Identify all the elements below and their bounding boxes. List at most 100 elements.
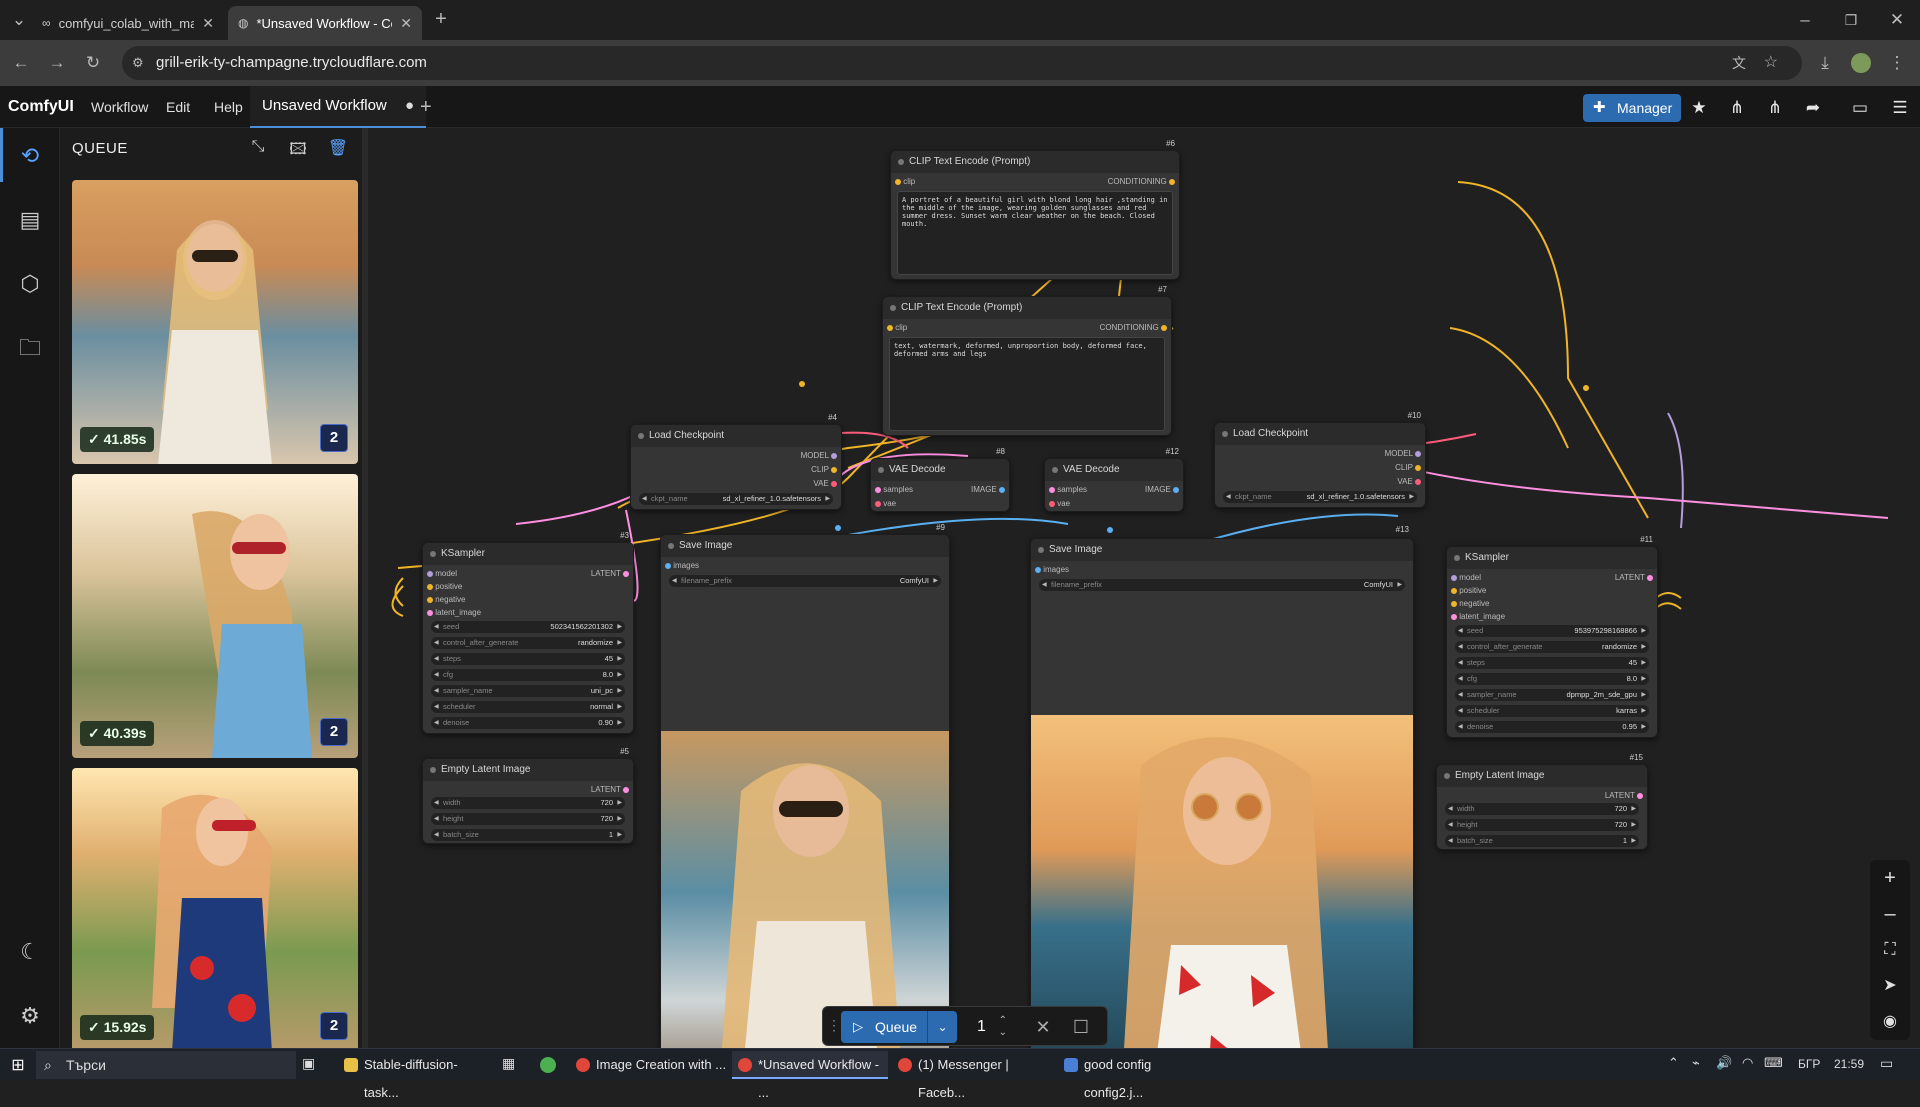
node-load-checkpoint[interactable]: Load Checkpoint #10 MODEL CLIP VAE ckpt_… <box>1214 411 1426 508</box>
fit-view-icon[interactable]: ⛶ <box>1876 936 1904 964</box>
output-clip[interactable]: CLIP <box>1395 463 1421 472</box>
minimize-window-icon[interactable]: – <box>1792 7 1818 33</box>
input-model[interactable]: model <box>1451 573 1481 582</box>
steps-widget[interactable]: steps 45 <box>431 653 625 665</box>
image-gallery-icon[interactable]: 🖾 <box>286 138 310 162</box>
url-field[interactable]: ⚙ grill-erik-ty-champagne.trycloudflare.… <box>122 46 1802 80</box>
model-manager-icon[interactable]: ⋔ <box>1723 94 1751 122</box>
tab-list-chevron-icon[interactable]: ⌄ <box>6 7 32 33</box>
input-negative[interactable]: negative <box>1451 599 1489 608</box>
output-image[interactable]: IMAGE <box>1145 485 1179 494</box>
restore-window-icon[interactable]: ❐ <box>1838 7 1864 33</box>
node-empty-latent-image[interactable]: Empty Latent Image #5 LATENT width 720 he… <box>422 747 634 844</box>
denoise-widget[interactable]: denoise 0.90 <box>431 717 625 729</box>
cfg-widget[interactable]: cfg 8.0 <box>1455 673 1649 685</box>
seed-widget[interactable]: seed 502341562201302 <box>431 621 625 633</box>
output-model[interactable]: MODEL <box>801 451 837 460</box>
profile-avatar[interactable] <box>1848 50 1874 76</box>
input-positive[interactable]: positive <box>427 582 462 591</box>
back-icon[interactable]: ← <box>8 50 34 76</box>
stepper-down-icon[interactable]: ⌄ <box>999 1017 1007 1049</box>
taskbar-app-chrome-image-creation[interactable]: Image Creation with ... <box>570 1051 728 1079</box>
node-vae-decode[interactable]: VAE Decode #8 samples vae IMAGE <box>870 447 1010 512</box>
height-widget[interactable]: height 720 <box>1445 819 1639 831</box>
graph-canvas[interactable]: CLIP Text Encode (Prompt) #6 clip CONDIT… <box>368 128 1920 1048</box>
output-latent[interactable]: LATENT <box>591 785 629 794</box>
output-latent[interactable]: LATENT <box>1615 573 1653 582</box>
keyboard-icon[interactable]: ⌨ <box>1764 1055 1783 1071</box>
stop-icon[interactable]: ☐ <box>1067 1013 1095 1041</box>
input-latent-image[interactable]: latent_image <box>1451 612 1505 621</box>
queue-button[interactable]: ▷ Queue <box>841 1011 927 1043</box>
input-latent-image[interactable]: latent_image <box>427 608 481 617</box>
browser-menu-icon[interactable]: ⋮ <box>1884 50 1910 76</box>
forward-icon[interactable]: → <box>44 50 70 76</box>
batch-count-input[interactable]: 1 ⌃ ⌄ <box>965 1011 1011 1043</box>
input-model[interactable]: model <box>427 569 457 578</box>
language-indicator[interactable]: БГР <box>1798 1057 1820 1071</box>
filename-prefix-widget[interactable]: filename_prefix ComfyUI <box>1039 579 1405 591</box>
star-icon[interactable]: ★ <box>1685 94 1713 122</box>
output-conditioning[interactable]: CONDITIONING <box>1100 323 1167 332</box>
scheduler-widget[interactable]: scheduler normal <box>431 701 625 713</box>
task-view-icon[interactable]: ▣ <box>302 1055 315 1072</box>
menu-help[interactable]: Help <box>214 86 243 128</box>
ckpt-name-widget[interactable]: ckpt_name sd_xl_refiner_1.0.safetensors <box>639 493 833 505</box>
collapse-icon[interactable]: ⤡ <box>246 138 270 162</box>
ckpt-name-widget[interactable]: ckpt_name sd_xl_refiner_1.0.safetensors <box>1223 491 1417 503</box>
node-clip-text-encode-negative[interactable]: CLIP Text Encode (Prompt) #7 clip CONDIT… <box>882 285 1172 436</box>
zoom-out-icon[interactable]: – <box>1876 900 1904 928</box>
queue-mode-dropdown[interactable]: ⌄ <box>927 1011 957 1043</box>
input-samples[interactable]: samples <box>1049 485 1087 494</box>
notifications-icon[interactable]: ▭ <box>1880 1055 1893 1072</box>
node-empty-latent-image[interactable]: Empty Latent Image #15 LATENT width 720 h… <box>1436 753 1648 850</box>
height-widget[interactable]: height 720 <box>431 813 625 825</box>
close-window-icon[interactable]: ✕ <box>1884 7 1910 33</box>
volume-icon[interactable]: 🔊 <box>1716 1055 1732 1071</box>
node-ksampler[interactable]: KSampler #11 model positive negative lat… <box>1446 535 1658 738</box>
queue-item[interactable]: ✓ 15.92s 2 <box>72 768 358 1052</box>
steps-widget[interactable]: steps 45 <box>1455 657 1649 669</box>
width-widget[interactable]: width 720 <box>431 797 625 809</box>
toggle-links-eye-icon[interactable]: ◉ <box>1876 1008 1904 1036</box>
node-clip-text-encode-positive[interactable]: CLIP Text Encode (Prompt) #6 clip CONDIT… <box>890 139 1180 280</box>
output-conditioning[interactable]: CONDITIONING <box>1108 177 1175 186</box>
network-icon[interactable]: ⌁ <box>1692 1055 1700 1071</box>
close-tab-icon[interactable]: ✕ <box>400 15 412 32</box>
clock[interactable]: 21:59 <box>1834 1057 1864 1071</box>
node-library-icon[interactable]: ▤ <box>14 204 46 236</box>
queue-item[interactable]: ✓ 40.39s 2 <box>72 474 358 758</box>
downloads-icon[interactable]: ⤓ <box>1812 50 1838 76</box>
workflows-folder-icon[interactable]: 🗀 <box>14 332 46 364</box>
output-clip[interactable]: CLIP <box>811 465 837 474</box>
browser-tab-colab[interactable]: ∞ comfyui_colab_with_manager.ip ✕ <box>32 6 224 40</box>
prompt-textarea[interactable]: text, watermark, deformed, unproportion … <box>889 337 1165 431</box>
close-tab-icon[interactable]: ✕ <box>202 15 214 32</box>
queue-history-icon[interactable]: ⟲ <box>14 140 46 172</box>
clear-queue-trash-icon[interactable]: 🗑 <box>326 138 350 162</box>
node-load-checkpoint[interactable]: Load Checkpoint #4 MODEL CLIP VAE ckpt_n… <box>630 413 842 510</box>
sampler-name-widget[interactable]: sampler_name uni_pc <box>431 685 625 697</box>
input-samples[interactable]: samples <box>875 485 913 494</box>
input-vae[interactable]: vae <box>1049 499 1070 508</box>
node-ksampler[interactable]: KSampler #3 model positive negative late… <box>422 531 634 734</box>
output-latent[interactable]: LATENT <box>1605 791 1643 800</box>
drag-handle-icon[interactable]: ⋮ <box>827 1017 841 1034</box>
batch-size-widget[interactable]: batch_size 1 <box>1445 835 1639 847</box>
batch-size-widget[interactable]: batch_size 1 <box>431 829 625 841</box>
bottom-panel-toggle-icon[interactable]: ▭ <box>1846 94 1874 122</box>
hamburger-menu-icon[interactable]: ☰ <box>1886 94 1914 122</box>
model-download-icon[interactable]: ⋔ <box>1761 94 1789 122</box>
taskbar-app-editor[interactable]: good config config2.j... <box>1058 1051 1210 1100</box>
output-vae[interactable]: VAE <box>813 479 837 488</box>
control-after-generate-widget[interactable]: control_after_generate randomize <box>431 637 625 649</box>
translate-icon[interactable]: 文 <box>1732 46 1746 80</box>
menu-workflow[interactable]: Workflow <box>91 86 148 128</box>
node-vae-decode[interactable]: VAE Decode #12 samples vae IMAGE <box>1044 447 1184 512</box>
input-images[interactable]: images <box>665 561 699 570</box>
seed-widget[interactable]: seed 953975298168866 <box>1455 625 1649 637</box>
calculator-icon[interactable]: ▦ <box>502 1055 515 1072</box>
zoom-in-icon[interactable]: + <box>1876 864 1904 892</box>
input-clip[interactable]: clip <box>895 177 915 186</box>
taskbar-app-explorer[interactable]: Stable-diffusion-task... <box>338 1051 486 1100</box>
